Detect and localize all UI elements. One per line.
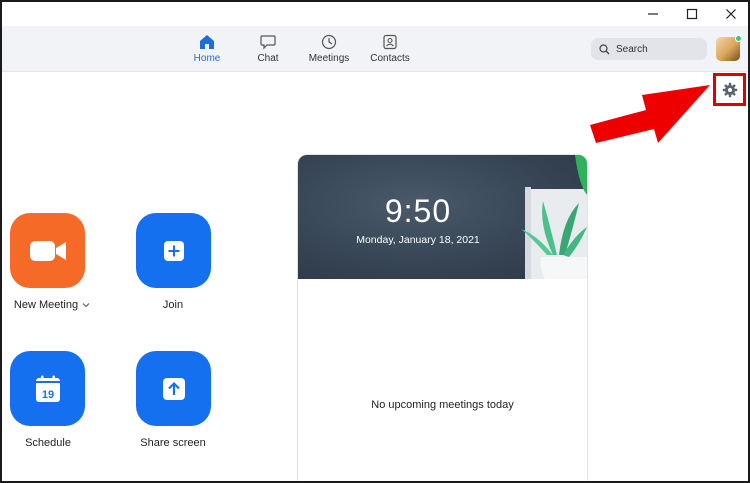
- share-screen-label[interactable]: Share screen: [118, 437, 228, 449]
- plus-icon: [163, 240, 184, 261]
- schedule-label[interactable]: Schedule: [2, 437, 103, 449]
- search-icon: [599, 43, 610, 54]
- calendar-day: 19: [41, 389, 53, 401]
- maximize-icon: [686, 8, 698, 20]
- chat-icon: [260, 35, 276, 50]
- search-input[interactable]: Search: [591, 38, 707, 60]
- settings-button[interactable]: [713, 73, 746, 106]
- zoom-window: Home Chat Meetings Contacts Search New M…: [0, 0, 750, 483]
- close-button[interactable]: [716, 4, 746, 24]
- title-bar: [2, 2, 748, 26]
- tab-meetings-label: Meetings: [308, 53, 350, 64]
- tab-home-label: Home: [193, 53, 221, 64]
- clock-icon: [321, 34, 337, 50]
- top-navigation: Home Chat Meetings Contacts Search: [2, 26, 748, 72]
- minimize-icon: [648, 13, 658, 15]
- plant-illustration: [521, 155, 587, 279]
- share-screen-button[interactable]: [136, 351, 211, 426]
- tab-chat-label: Chat: [257, 53, 279, 64]
- share-arrow-icon: [162, 377, 185, 400]
- tab-meetings[interactable]: Meetings: [299, 34, 359, 68]
- tab-contacts-label: Contacts: [370, 53, 410, 64]
- minimize-button[interactable]: [638, 4, 668, 24]
- new-meeting-label-row[interactable]: New Meeting: [2, 299, 102, 311]
- clock-banner: 9:50 Monday, January 18, 2021: [298, 155, 587, 279]
- avatar[interactable]: [716, 35, 742, 61]
- maximize-button[interactable]: [677, 4, 707, 24]
- join-button[interactable]: [136, 213, 211, 288]
- no-meetings-message: No upcoming meetings today: [371, 399, 514, 411]
- tab-chat[interactable]: Chat: [238, 34, 298, 68]
- new-meeting-button[interactable]: [10, 213, 85, 288]
- new-meeting-label: New Meeting: [13, 299, 79, 311]
- red-arrow-annotation: [590, 85, 710, 143]
- online-status-indicator: [735, 35, 742, 42]
- gear-icon: [722, 82, 737, 97]
- calendar-icon: 19: [35, 375, 60, 402]
- close-icon: [726, 9, 736, 19]
- current-date: Monday, January 18, 2021: [356, 234, 480, 246]
- current-time: 9:50: [384, 193, 452, 229]
- home-icon: [200, 35, 214, 49]
- video-camera-icon: [29, 240, 66, 261]
- join-label[interactable]: Join: [118, 299, 228, 311]
- search-placeholder: Search: [616, 43, 648, 55]
- tab-home[interactable]: Home: [177, 34, 237, 68]
- schedule-button[interactable]: 19: [10, 351, 85, 426]
- contacts-icon: [383, 34, 397, 50]
- meetings-panel: 9:50 Monday, January 18, 2021 No upcomin…: [297, 154, 588, 481]
- tab-contacts[interactable]: Contacts: [360, 34, 420, 68]
- chevron-down-icon[interactable]: [82, 302, 90, 308]
